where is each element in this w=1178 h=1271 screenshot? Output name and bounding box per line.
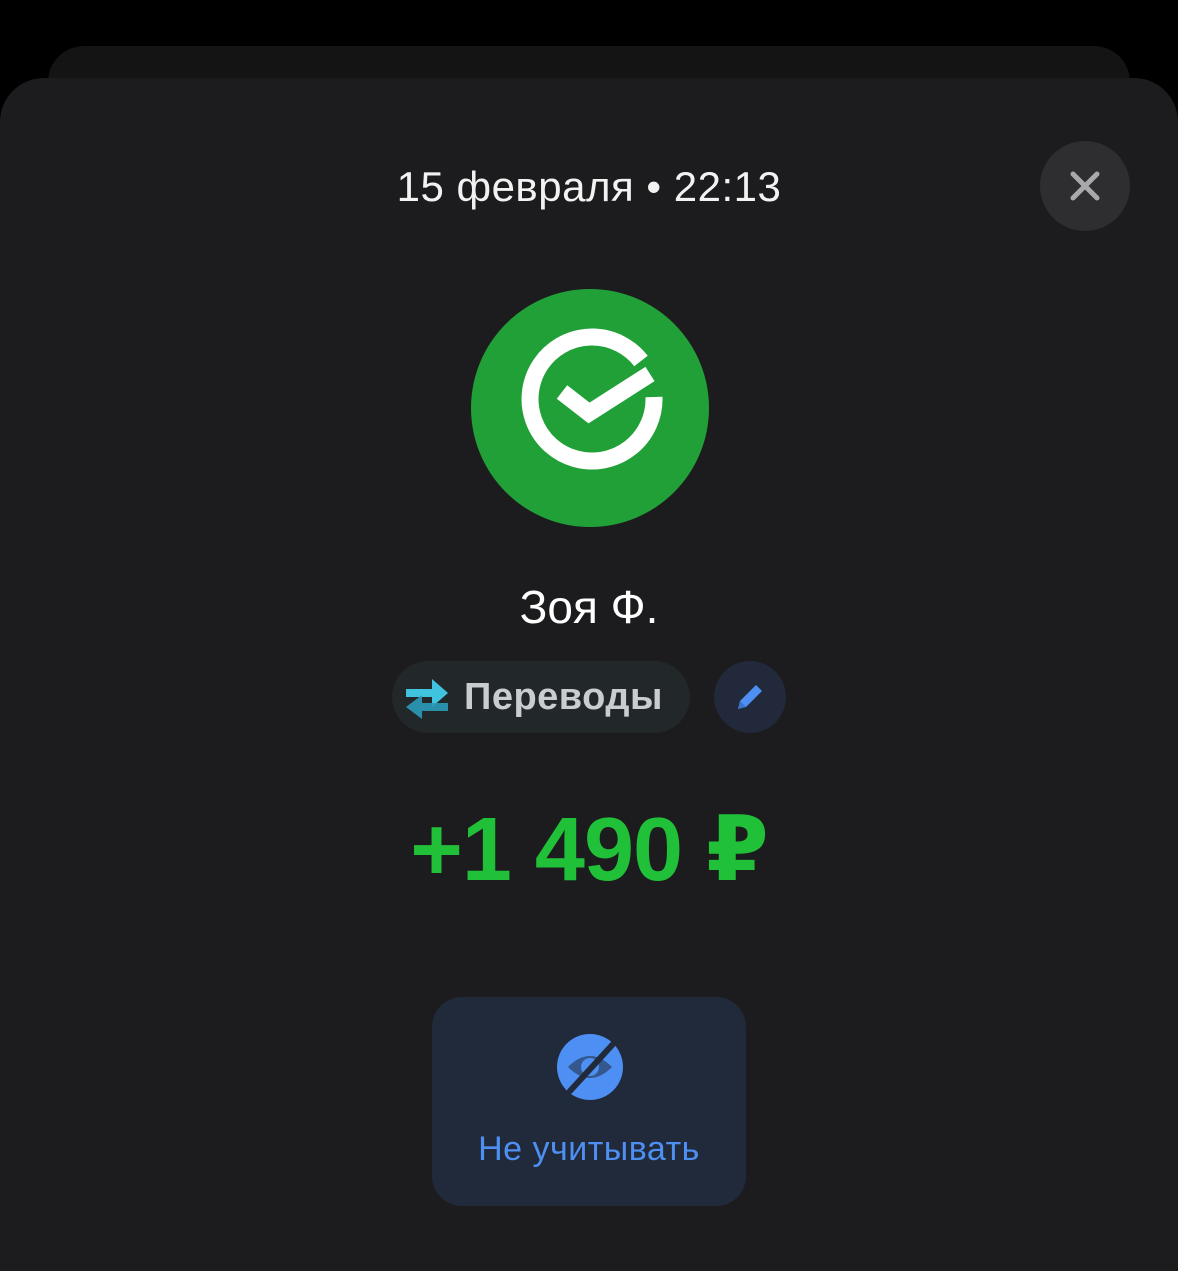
edit-category-button[interactable] (714, 661, 786, 733)
merchant-logo (470, 288, 710, 528)
category-chip[interactable]: Переводы (392, 661, 690, 733)
category-label: Переводы (464, 676, 663, 718)
exclude-label: Не учитывать (478, 1130, 700, 1168)
pencil-icon (738, 685, 762, 709)
transaction-datetime: 15 февраля • 22:13 (396, 163, 782, 210)
close-icon (1070, 171, 1100, 201)
counterparty-name: Зоя Ф. (519, 581, 659, 633)
transaction-amount: +1 490 ₽ (410, 800, 768, 900)
transfer-arrows-icon (406, 679, 448, 719)
close-button[interactable] (1040, 141, 1130, 231)
eye-slash-icon (557, 1034, 623, 1100)
sber-check-logo-icon (471, 289, 709, 527)
exclude-button[interactable]: Не учитывать (432, 997, 746, 1206)
